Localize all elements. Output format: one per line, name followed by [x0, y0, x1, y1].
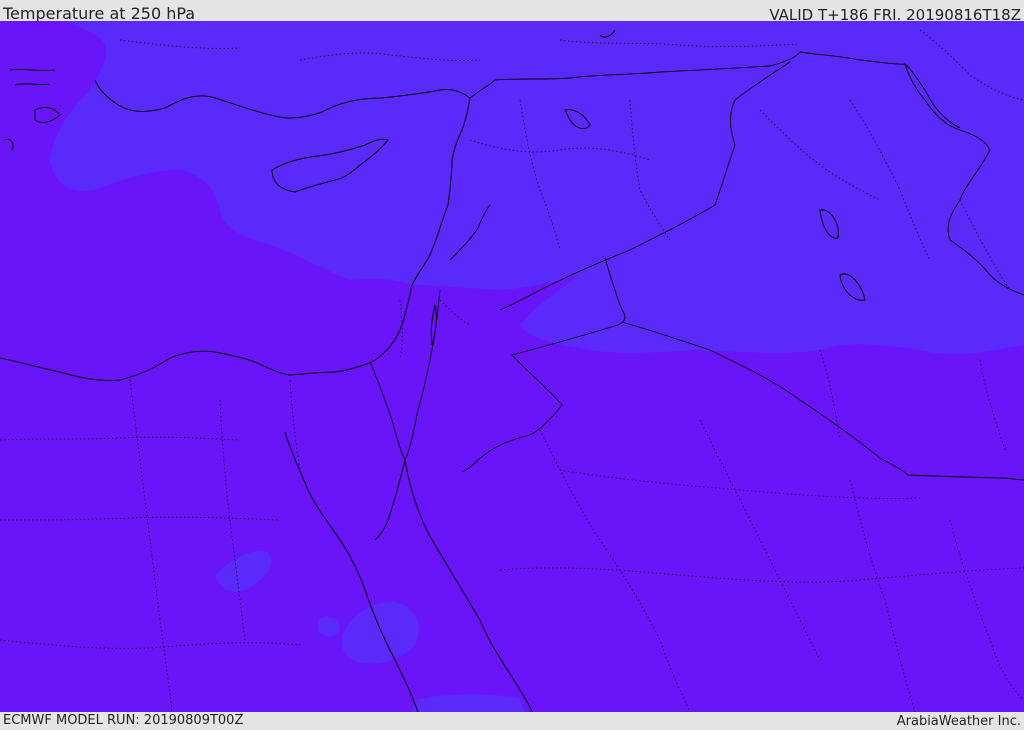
map-canvas: [0, 21, 1024, 712]
credit-label: ArabiaWeather Inc.: [896, 714, 1021, 729]
model-run-label: ECMWF MODEL RUN: 20190809T00Z: [3, 713, 244, 728]
weather-map: [0, 21, 1024, 712]
header-bar: Temperature at 250 hPa VALID T+186 FRI. …: [0, 0, 1024, 24]
footer-bar: ECMWF MODEL RUN: 20190809T00Z ArabiaWeat…: [0, 712, 1024, 729]
